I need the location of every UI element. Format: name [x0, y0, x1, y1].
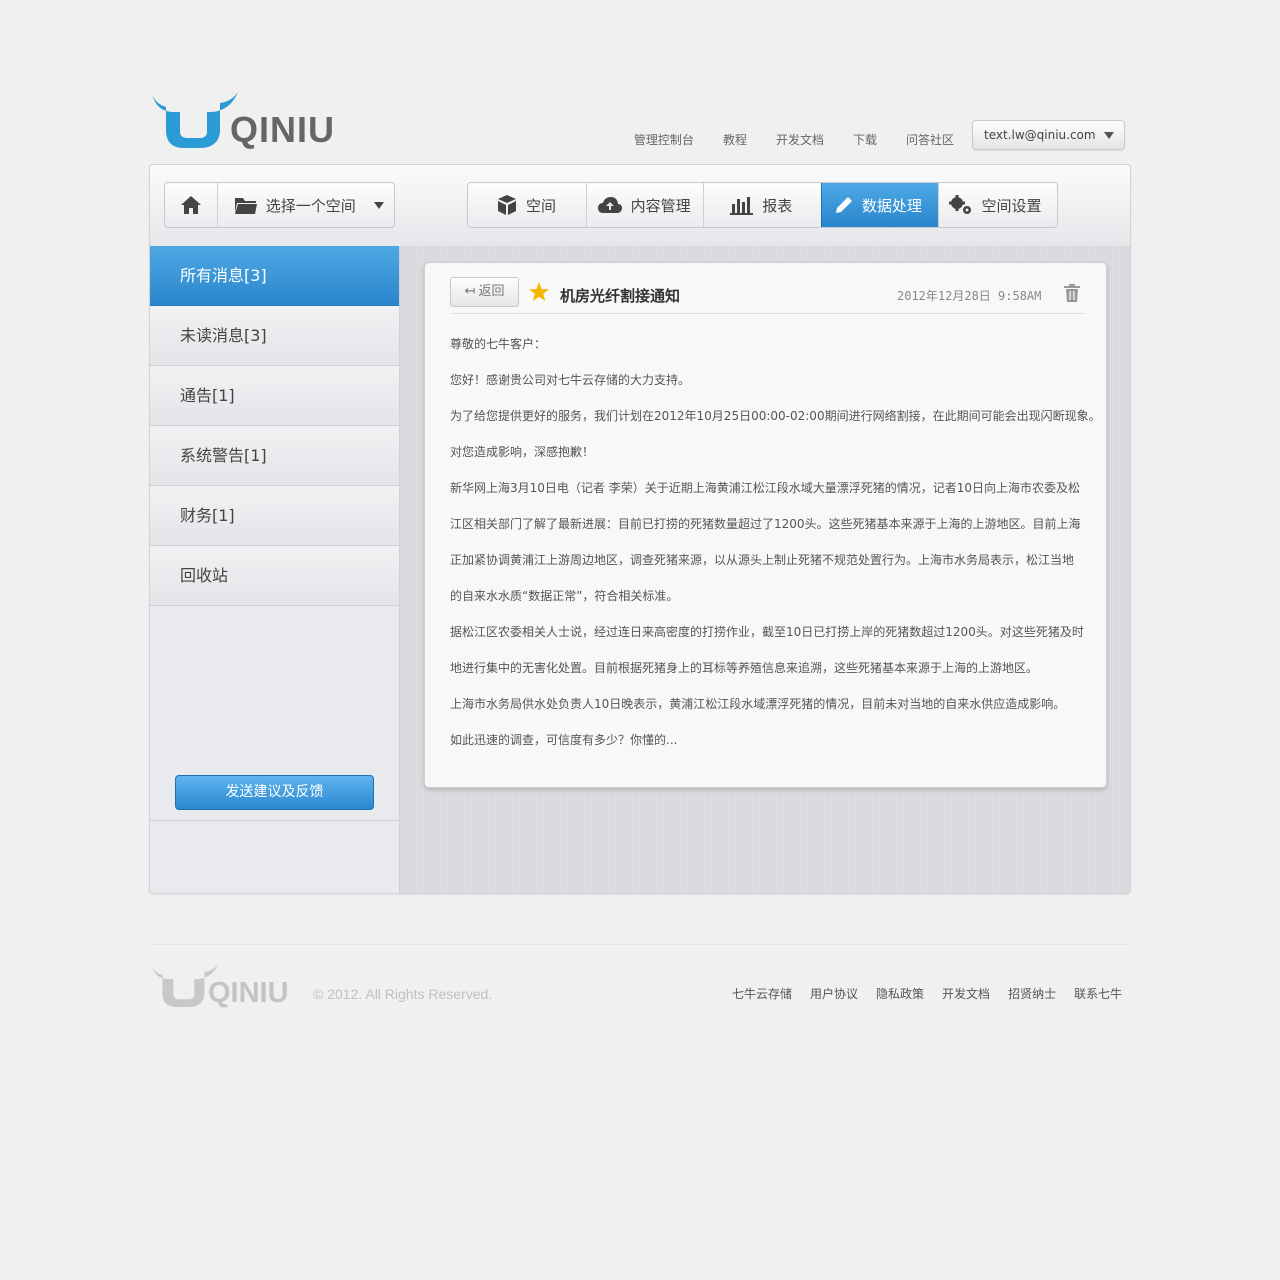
nav-docs-link[interactable]: 开发文档	[776, 131, 824, 148]
tab-space[interactable]: 空间	[468, 183, 586, 227]
tab-label: 空间	[526, 196, 557, 215]
footer-link-qiniu[interactable]: 七牛云存储	[732, 985, 792, 1002]
message-paragraph: 为了给您提供更好的服务，我们计划在2012年10月25日00:00-02:00期…	[450, 409, 1101, 423]
footer-link-docs[interactable]: 开发文档	[942, 985, 990, 1002]
footer-link-terms[interactable]: 用户协议	[810, 985, 858, 1002]
star-icon[interactable]	[528, 281, 550, 303]
tab-content-management[interactable]: 内容管理	[585, 183, 704, 227]
message-paragraph: 如此迅速的调查，可信度有多少？你懂的...	[450, 733, 678, 747]
logo-wordmark: QINIU	[230, 109, 336, 150]
main-panel: 选择一个空间 空间 内容管理 报表 数据处理 空间设置 所有消息[3] 未读消息…	[149, 164, 1131, 894]
qiniu-logo[interactable]: QINIU	[150, 90, 340, 152]
nav-download-link[interactable]: 下载	[853, 131, 877, 148]
back-label: 返回	[478, 284, 505, 299]
sidebar-item-announcements[interactable]: 通告[1]	[150, 366, 399, 426]
tab-data-processing[interactable]: 数据处理	[820, 183, 939, 227]
footer-divider	[150, 944, 1130, 945]
message-date: 2012年12月28日 9:58AM	[897, 289, 1042, 303]
footer-logo: QINIU	[150, 960, 310, 1012]
nav-console-link[interactable]: 管理控制台	[634, 131, 694, 148]
nav-tutorial-link[interactable]: 教程	[723, 131, 747, 148]
message-paragraph: 地进行集中的无害化处置。目前根据死猪身上的耳标等养殖信息来追溯，这些死猪基本来源…	[450, 661, 1039, 675]
tab-label: 报表	[762, 196, 793, 215]
message-subject: 机房光纤割接通知	[560, 287, 681, 305]
tab-label: 空间设置	[981, 196, 1042, 215]
sidebar-item-system-alerts[interactable]: 系统警告[1]	[150, 426, 399, 486]
footer-link-privacy[interactable]: 隐私政策	[876, 985, 924, 1002]
main-tabs: 空间 内容管理 报表 数据处理 空间设置	[467, 182, 1058, 228]
message-paragraph: 正加紧协调黄浦江上游周边地区，调查死猪来源，以从源头上制止死猪不规范处置行为。上…	[450, 553, 1075, 567]
footer-links: 七牛云存储 用户协议 隐私政策 开发文档 招贤纳士 联系七牛	[732, 985, 1140, 1002]
home-icon	[180, 196, 201, 214]
tab-label: 内容管理	[630, 196, 691, 215]
message-paragraph: 您好！感谢贵公司对七牛云存储的大力支持。	[450, 373, 691, 387]
message-paragraph: 新华网上海3月10日电（记者 李荣）关于近期上海黄浦江松江段水域大量漂浮死猪的情…	[450, 481, 1080, 495]
message-body: 尊敬的七牛客户： 您好！感谢贵公司对七牛云存储的大力支持。 为了给您提供更好的服…	[450, 326, 1101, 758]
tab-label: 数据处理	[861, 196, 922, 215]
message-paragraph: 上海市水务局供水处负责人10日晚表示，黄浦江松江段水域漂浮死猪的情况，目前未对当…	[450, 697, 1066, 711]
nav-community-link[interactable]: 问答社区	[906, 131, 954, 148]
footer-wordmark: QINIU	[208, 977, 289, 1009]
message-folder-sidebar: 所有消息[3] 未读消息[3] 通告[1] 系统警告[1] 财务[1] 回收站 …	[150, 246, 400, 893]
chevron-down-icon	[1104, 132, 1114, 139]
account-email: text.lw@qiniu.com	[984, 128, 1096, 142]
footer-link-contact[interactable]: 联系七牛	[1074, 985, 1122, 1002]
cloud-upload-icon	[597, 197, 622, 213]
sidebar-item-unread[interactable]: 未读消息[3]	[150, 306, 399, 366]
message-card: ↤ 返回 机房光纤割接通知 2012年12月28日 9:58AM 尊敬的七牛客户：…	[424, 262, 1107, 788]
tab-reports[interactable]: 报表	[703, 183, 821, 227]
folder-icon	[234, 198, 257, 214]
feedback-button[interactable]: 发送建议及反馈	[175, 775, 374, 810]
chevron-down-icon	[374, 202, 384, 209]
footer-link-jobs[interactable]: 招贤纳士	[1008, 985, 1056, 1002]
message-paragraph: 对您造成影响，深感抱歉！	[450, 445, 595, 459]
account-dropdown[interactable]: text.lw@qiniu.com	[972, 120, 1125, 150]
gears-icon	[949, 195, 972, 214]
space-select-label: 选择一个空间	[265, 196, 356, 215]
divider	[150, 820, 399, 821]
message-paragraph: 尊敬的七牛客户：	[450, 337, 547, 351]
trash-icon[interactable]	[1063, 283, 1081, 303]
message-paragraph: 的自来水水质“数据正常”，符合相关标准。	[450, 589, 679, 603]
space-select-dropdown[interactable]: 选择一个空间	[216, 183, 394, 227]
box-icon	[498, 195, 516, 215]
sidebar-item-all-messages[interactable]: 所有消息[3]	[150, 246, 399, 306]
tab-space-settings[interactable]: 空间设置	[938, 183, 1057, 227]
bull-logo-icon	[152, 92, 238, 148]
back-button[interactable]: ↤ 返回	[450, 277, 519, 307]
sidebar-item-finance[interactable]: 财务[1]	[150, 486, 399, 546]
top-nav: 管理控制台 教程 开发文档 下载 问答社区	[634, 131, 954, 148]
pencil-icon	[835, 197, 852, 213]
toolbar: 选择一个空间 空间 内容管理 报表 数据处理 空间设置	[150, 165, 1130, 247]
message-header: ↤ 返回 机房光纤割接通知 2012年12月28日 9:58AM	[450, 277, 1086, 314]
copyright-text: © 2012. All Rights Reserved.	[313, 986, 493, 1002]
bar-chart-icon	[730, 197, 754, 215]
sidebar-item-trash[interactable]: 回收站	[150, 546, 399, 606]
message-paragraph: 据松江区农委相关人士说，经过连日来高密度的打捞作业，截至10日已打捞上岸的死猪数…	[450, 625, 1084, 639]
back-arrow-icon: ↤	[464, 284, 476, 299]
message-paragraph: 江区相关部门了解了最新进展：目前已打捞的死猪数量超过了1200头。这些死猪基本来…	[450, 517, 1081, 531]
home-button[interactable]	[165, 183, 217, 227]
space-nav-group: 选择一个空间	[164, 182, 395, 228]
